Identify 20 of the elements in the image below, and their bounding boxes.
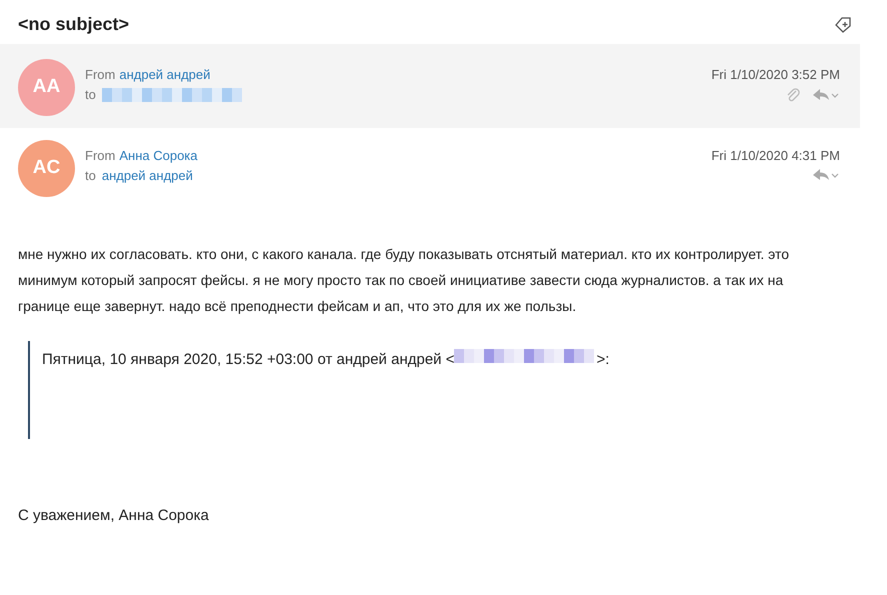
- message-header[interactable]: AA From андрей андрей to Fri 1/10/2020 3:52 PM: [0, 44, 860, 128]
- reply-icon[interactable]: [812, 88, 840, 102]
- message-date: Fri 1/10/2020 4:31 PM: [711, 147, 840, 165]
- avatar: AA: [18, 59, 75, 116]
- to-label: to: [85, 167, 96, 185]
- message-body: мне нужно их согласовать. кто они, с какого канала. где буду показывать отснятый материал. кто их контролирует. это минимум который запросят фейсы. я не могу просто так по своей инициативе завести сюда журналистов. а так их на границе еще завернут. надо всё преподнести фейсам и ап, что это для их же пользы.: [18, 245, 790, 316]
- reply-icon[interactable]: [812, 168, 840, 182]
- tag-add-icon[interactable]: [834, 16, 852, 34]
- from-label: From: [85, 147, 116, 165]
- from-label: From: [85, 66, 116, 84]
- sender-link[interactable]: андрей андрей: [119, 65, 210, 85]
- quote-header: Пятница, 10 января 2020, 15:52 +03:00 от андрей андрей <: [42, 350, 454, 370]
- quote-header-end: >:: [596, 350, 610, 370]
- to-label: to: [85, 86, 96, 104]
- signature: С уважением, Анна Сорока: [18, 506, 210, 526]
- email-subject: <no subject>: [18, 13, 130, 36]
- sender-link[interactable]: Анна Сорока: [119, 146, 198, 166]
- recipient-link[interactable]: андрей андрей: [102, 166, 193, 186]
- message-date: Fri 1/10/2020 3:52 PM: [711, 66, 840, 84]
- avatar: AC: [18, 140, 75, 197]
